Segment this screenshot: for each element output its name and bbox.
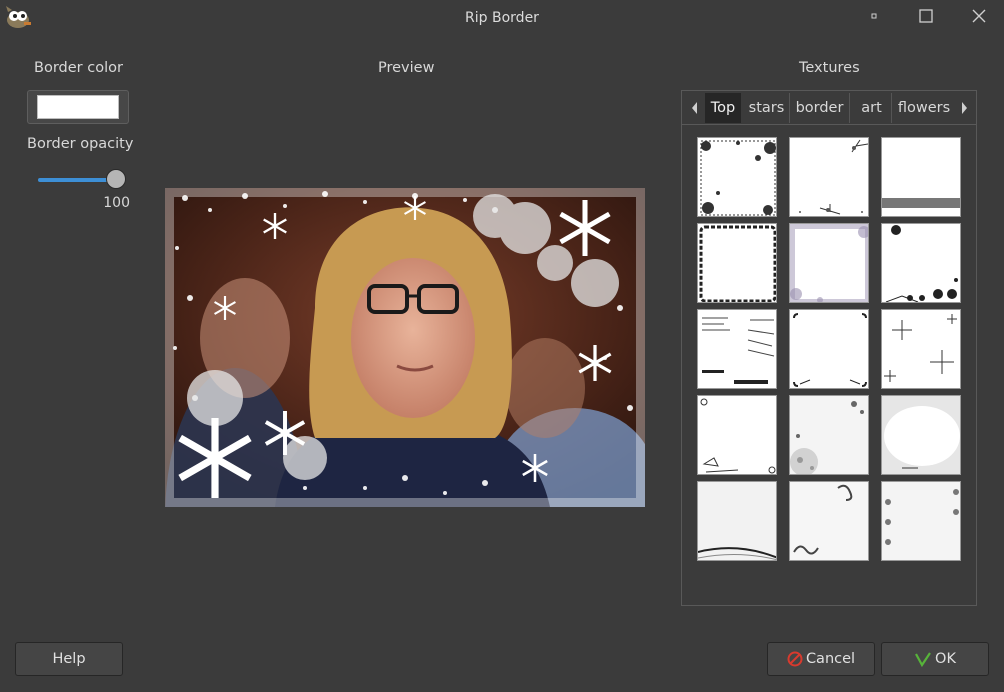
border-color-label: Border color [34,60,123,76]
close-icon[interactable] [967,6,991,28]
textures-label: Textures [799,60,860,76]
texture-thumbnail[interactable] [789,395,869,475]
minimize-icon[interactable] [862,6,886,28]
texture-thumbnail[interactable] [881,223,961,303]
tab-flowers[interactable]: flowers [894,93,954,123]
border-opacity-label: Border opacity [27,136,134,152]
texture-thumbnail[interactable] [881,309,961,389]
cancel-button-label: Cancel [805,651,856,667]
texture-thumbnail[interactable] [789,137,869,217]
maximize-icon[interactable] [914,6,938,28]
scroll-left-icon[interactable] [686,91,704,125]
tab-stars[interactable]: stars [744,93,790,123]
texture-thumbnail[interactable] [697,481,777,561]
tab-art[interactable]: art [852,93,892,123]
texture-thumbnail[interactable] [881,137,961,217]
tab-top[interactable]: Top [705,93,741,123]
texture-thumbnail[interactable] [881,395,961,475]
cancel-button[interactable]: Cancel [767,642,875,676]
textures-panel: Top stars border art flowers [681,90,977,606]
border-color-button[interactable] [27,90,129,124]
preview-label: Preview [378,60,435,76]
scroll-right-icon[interactable] [955,91,973,125]
preview-image [165,188,645,507]
title-bar: Rip Border [0,0,1004,36]
texture-thumbnail[interactable] [697,309,777,389]
texture-thumbnail[interactable] [789,309,869,389]
cancel-icon [787,651,803,667]
texture-thumbnail[interactable] [881,481,961,561]
border-opacity-slider[interactable] [38,168,128,192]
texture-thumbnail[interactable] [789,481,869,561]
tab-border[interactable]: border [790,93,850,123]
ok-button-label: OK [935,651,956,667]
help-button[interactable]: Help [15,642,123,676]
window-title: Rip Border [465,10,539,26]
texture-thumbnail[interactable] [697,223,777,303]
help-button-label: Help [52,651,86,667]
texture-grid [697,137,963,561]
texture-thumbnail[interactable] [697,137,777,217]
slider-track [38,178,116,182]
textures-tab-bar: Top stars border art flowers [682,91,976,125]
border-opacity-value: 100 [103,195,130,211]
border-color-swatch [37,95,119,119]
check-icon [915,652,931,667]
slider-handle[interactable] [106,169,126,189]
texture-thumbnail[interactable] [697,395,777,475]
ok-button[interactable]: OK [881,642,989,676]
texture-thumbnail[interactable] [789,223,869,303]
